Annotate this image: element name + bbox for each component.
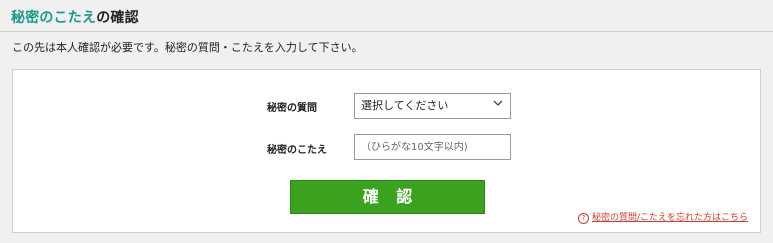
answer-label: 秘密のこたえ bbox=[267, 145, 327, 156]
page-title-accent: 秘密のこたえ bbox=[11, 10, 97, 26]
question-select[interactable]: 選択してください bbox=[354, 93, 511, 119]
confirm-button[interactable]: 確 認 bbox=[290, 180, 485, 214]
forgot-secret-link[interactable]: ? 秘密の質問/こたえを忘れた方はこちら bbox=[578, 210, 748, 224]
forgot-secret-link-text: 秘密の質問/こたえを忘れた方はこちら bbox=[592, 213, 749, 223]
chevron-down-icon bbox=[493, 100, 503, 106]
question-label: 秘密の質問 bbox=[267, 103, 317, 114]
intro-text: この先は本人確認が必要です。秘密の質問・こたえを入力して下さい。 bbox=[12, 41, 363, 54]
answer-input[interactable] bbox=[354, 134, 511, 160]
page-title-rest: の確認 bbox=[96, 10, 139, 26]
verification-form-panel: 秘密の質問 選択してください 秘密のこたえ 確 認 ?秘密の質問/こたえを忘れた… bbox=[12, 69, 761, 233]
question-select-value: 選択してください bbox=[361, 99, 449, 112]
page-title: 秘密のこたえの確認 bbox=[11, 7, 139, 27]
title-divider bbox=[0, 31, 773, 32]
help-circle-icon: ? bbox=[578, 213, 589, 224]
